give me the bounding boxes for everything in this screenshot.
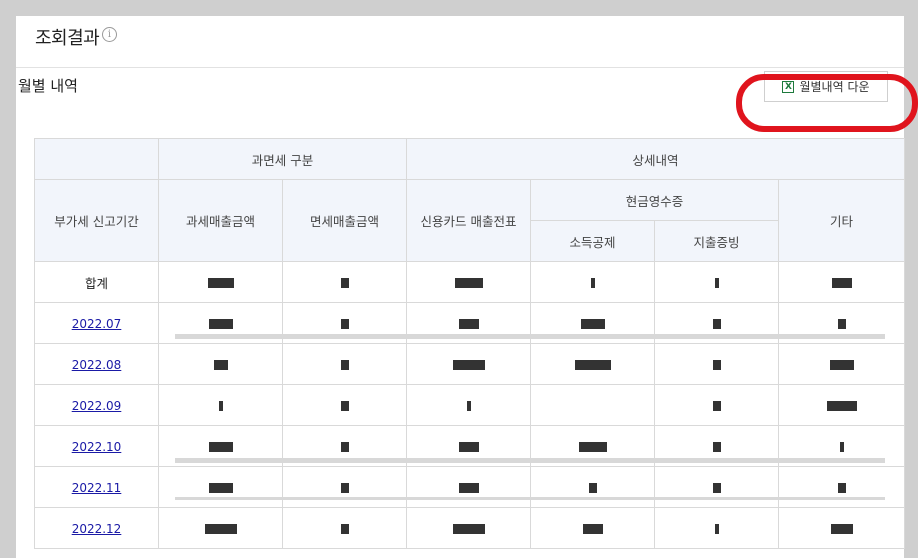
period-link[interactable]: 2022.07 (72, 317, 122, 331)
monthly-section-title: 월별 내역 (18, 77, 78, 95)
period-link[interactable]: 2022.08 (72, 358, 122, 372)
header-tax-group: 과면세 구분 (157, 138, 408, 180)
monthly-download-button[interactable]: X 월별내역 다운 (764, 71, 888, 102)
header-cash-group: 현금영수증 (530, 179, 780, 221)
results-title: 조회결과 (35, 28, 100, 49)
header-expense: 지출증빙 (654, 220, 780, 262)
period-cell: 2022.10 (34, 425, 159, 467)
period-cell: 합계 (34, 261, 159, 303)
period-cell: 2022.09 (34, 384, 159, 426)
header-etc: 기타 (778, 179, 906, 262)
excel-icon: X (782, 80, 795, 93)
table-row: 2022.09 (34, 384, 906, 426)
period-cell: 2022.08 (34, 343, 159, 385)
header-card: 신용카드 매출전표 (406, 179, 532, 262)
header-detail-group: 상세내역 (406, 138, 906, 180)
table-row: 2022.08 (34, 343, 906, 385)
period-link[interactable]: 2022.09 (72, 399, 122, 413)
header-period: 부가세 신고기간 (34, 179, 159, 262)
table-row: 2022.11 (34, 466, 906, 508)
header-taxable: 과세매출금액 (158, 179, 283, 262)
table-row: 합계 (34, 261, 906, 303)
period-link[interactable]: 2022.10 (72, 440, 122, 454)
table-row: 2022.12 (34, 507, 906, 549)
header-blank (34, 138, 159, 180)
mask-strip (175, 334, 885, 339)
results-header: 조회결과 i (16, 16, 904, 68)
mask-strip (175, 458, 885, 463)
period-link[interactable]: 2022.11 (72, 481, 122, 495)
monthly-download-label: 월별내역 다운 (799, 80, 870, 94)
header-exempt: 면세매출금액 (281, 179, 408, 262)
mask-strip (175, 497, 885, 500)
info-icon[interactable]: i (102, 27, 117, 42)
period-cell: 2022.12 (34, 507, 159, 549)
header-income: 소득공제 (530, 220, 656, 262)
monthly-table: 과면세 구분 상세내역 부가세 신고기간 과세매출금액 면세매출금액 신용카드 … (34, 138, 906, 549)
period-cell: 2022.07 (34, 302, 159, 344)
period-link[interactable]: 2022.12 (72, 522, 122, 536)
period-cell: 2022.11 (34, 466, 159, 508)
